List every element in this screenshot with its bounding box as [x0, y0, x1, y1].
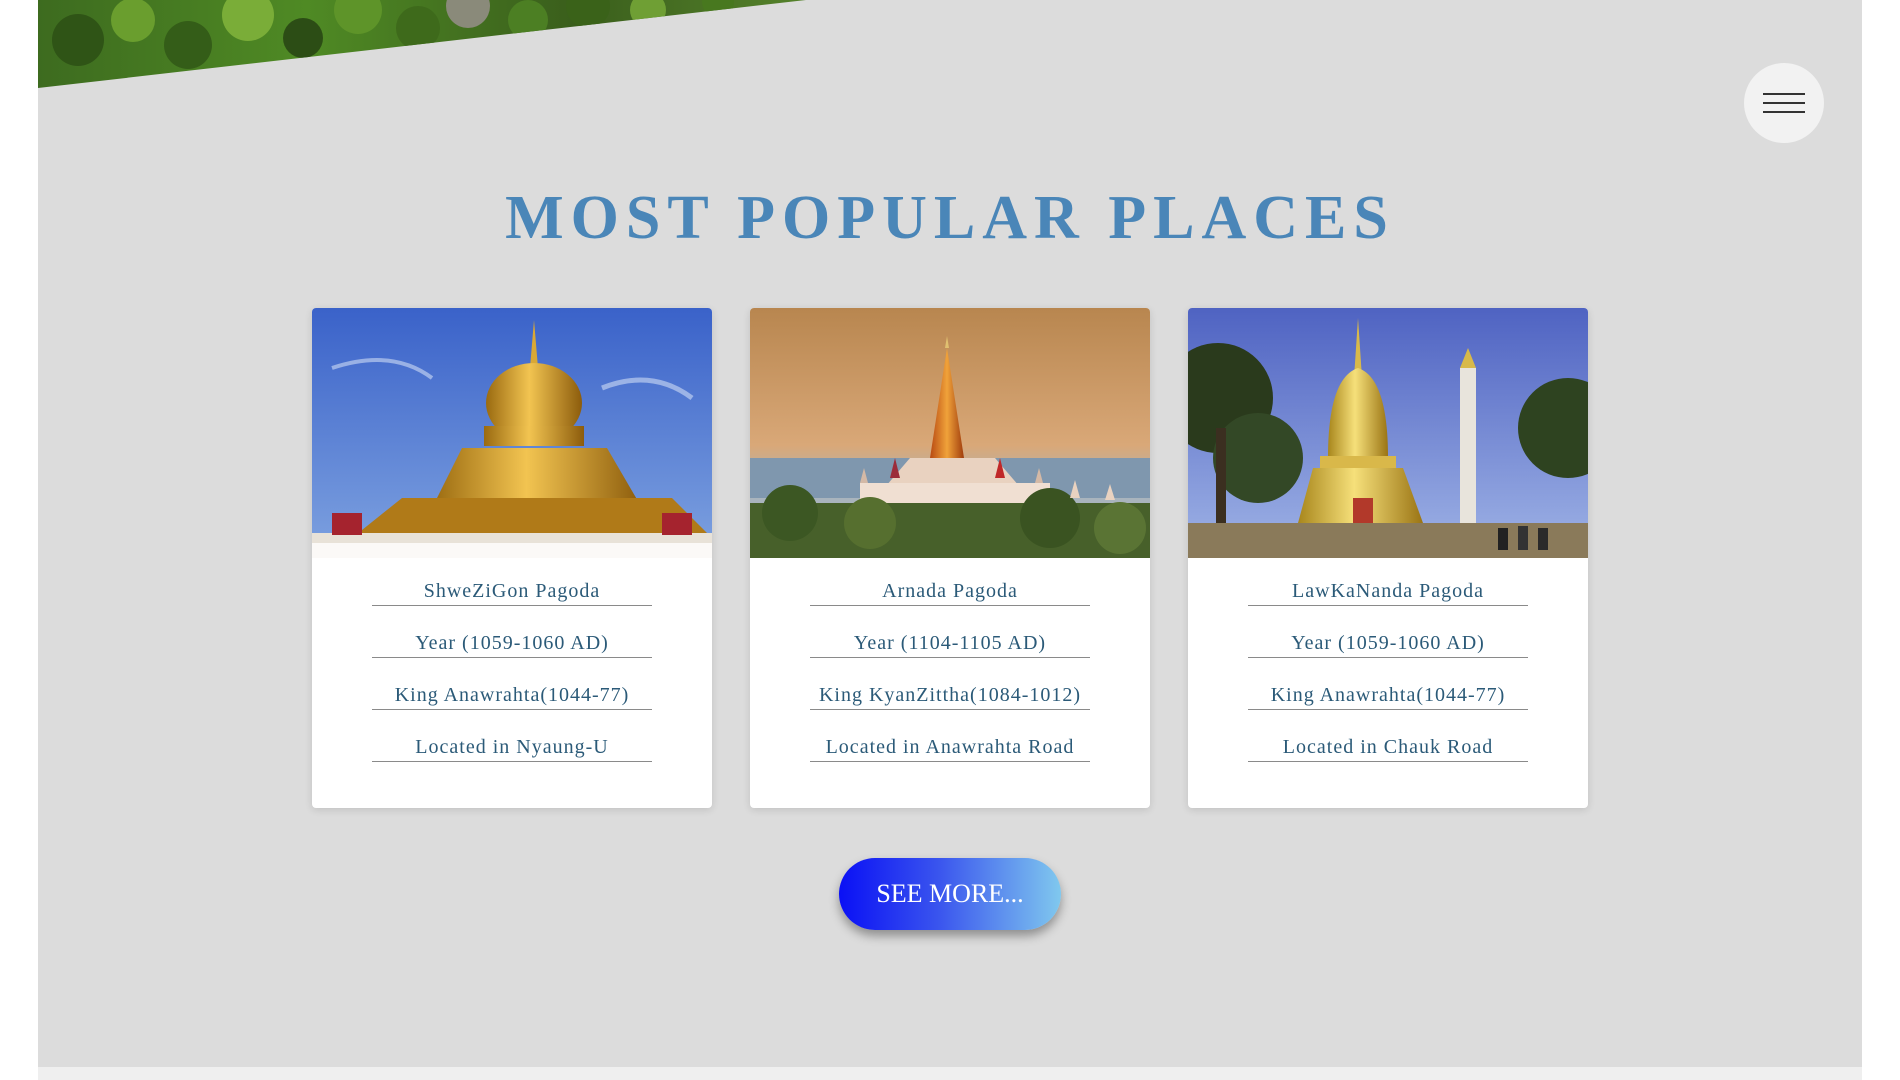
- place-card: LawKaNanda Pagoda Year (1059-1060 AD) Ki…: [1188, 308, 1588, 808]
- hero-foliage-image: [38, 0, 806, 88]
- place-card: ShweZiGon Pagoda Year (1059-1060 AD) Kin…: [312, 308, 712, 808]
- place-location: Located in Nyaung-U: [372, 732, 652, 762]
- see-more-button[interactable]: SEE MORE...: [839, 858, 1061, 930]
- place-details: Arnada Pagoda Year (1104-1105 AD) King K…: [750, 576, 1150, 784]
- place-king: King Anawrahta(1044-77): [1248, 680, 1528, 710]
- page-bottom-edge: [38, 1067, 1862, 1080]
- place-location: Located in Anawrahta Road: [810, 732, 1090, 762]
- ananda-temple-photo: [750, 308, 1150, 558]
- place-king: King Anawrahta(1044-77): [372, 680, 652, 710]
- place-year: Year (1059-1060 AD): [372, 628, 652, 658]
- place-year: Year (1104-1105 AD): [810, 628, 1090, 658]
- place-card: Arnada Pagoda Year (1104-1105 AD) King K…: [750, 308, 1150, 808]
- menu-button[interactable]: [1744, 63, 1824, 143]
- place-location: Located in Chauk Road: [1248, 732, 1528, 762]
- place-name: ShweZiGon Pagoda: [372, 576, 652, 606]
- place-name: Arnada Pagoda: [810, 576, 1090, 606]
- place-name: LawKaNanda Pagoda: [1248, 576, 1528, 606]
- section-title: MOST POPULAR PLACES: [505, 184, 1395, 252]
- place-king: King KyanZittha(1084-1012): [810, 680, 1090, 710]
- place-year: Year (1059-1060 AD): [1248, 628, 1528, 658]
- place-details: ShweZiGon Pagoda Year (1059-1060 AD) Kin…: [312, 576, 712, 784]
- shwezigon-pagoda-photo: [312, 308, 712, 558]
- places-card-list: ShweZiGon Pagoda Year (1059-1060 AD) Kin…: [312, 308, 1590, 808]
- popular-places-section: MOST POPULAR PLACES ShweZiGon Pagoda Yea…: [38, 0, 1862, 1067]
- place-details: LawKaNanda Pagoda Year (1059-1060 AD) Ki…: [1188, 576, 1588, 784]
- hamburger-menu-icon: [1763, 91, 1805, 115]
- lawkananda-pagoda-photo: [1188, 308, 1588, 558]
